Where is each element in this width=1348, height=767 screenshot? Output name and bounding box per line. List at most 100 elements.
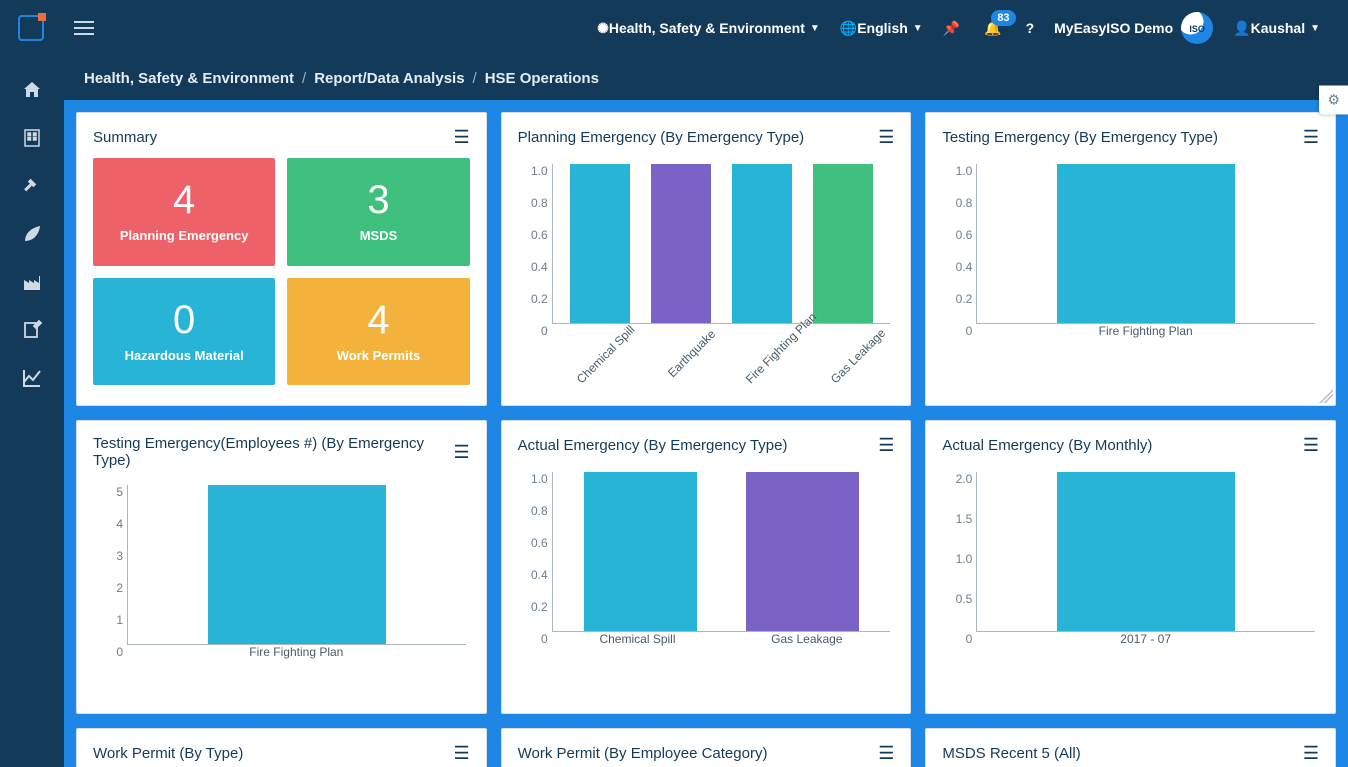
panel-menu-icon[interactable]: ☰ (1303, 127, 1319, 148)
panel-planning-emergency: Planning Emergency (By Emergency Type) ☰… (501, 112, 912, 406)
pin-icon: 📌 (943, 20, 960, 37)
user-name: Kaushal (1251, 20, 1305, 36)
summary-tile[interactable]: 4Work Permits (287, 278, 469, 386)
tile-value: 0 (173, 300, 195, 340)
panel-testing-emergency: Testing Emergency (By Emergency Type) ☰ … (925, 112, 1336, 406)
x-label: Earthquake (658, 327, 739, 408)
language-dropdown[interactable]: 🌐 English ▼ (840, 20, 923, 37)
y-tick: 0 (83, 645, 123, 659)
sidebar-home[interactable] (0, 66, 64, 114)
tile-value: 4 (367, 300, 389, 340)
y-tick: 0.4 (508, 568, 548, 582)
panel-menu-icon[interactable]: ☰ (878, 743, 894, 764)
panel-work-permit-empcat: Work Permit (By Employee Category) ☰ (501, 728, 912, 767)
panel-title: Summary (93, 129, 454, 146)
tile-label: Planning Emergency (120, 228, 249, 243)
panel-menu-icon[interactable]: ☰ (878, 435, 894, 456)
x-label: Chemical Spill (574, 327, 655, 408)
y-tick: 1.0 (508, 472, 548, 486)
bar (813, 164, 873, 323)
y-tick: 0 (932, 324, 972, 338)
panel-work-permit-type: Work Permit (By Type) ☰ (76, 728, 487, 767)
y-tick: 0.2 (508, 600, 548, 614)
sidebar-industry[interactable] (0, 258, 64, 306)
tile-value: 3 (367, 180, 389, 220)
y-tick: 1.0 (932, 552, 972, 566)
x-label: Chemical Spill (599, 632, 675, 676)
panel-menu-icon[interactable]: ☰ (1303, 435, 1319, 456)
x-label: Fire Fighting Plan (1099, 324, 1193, 368)
y-tick: 0.5 (932, 592, 972, 606)
panel-title: Actual Emergency (By Monthly) (942, 437, 1303, 454)
panel-title: Work Permit (By Employee Category) (518, 745, 879, 762)
y-tick: 0.4 (508, 260, 548, 274)
panel-title: MSDS Recent 5 (All) (942, 745, 1303, 762)
resize-handle[interactable] (1319, 389, 1333, 403)
y-tick: 0.2 (508, 292, 548, 306)
gear-icon: ⚙ (1327, 92, 1340, 108)
panel-title: Planning Emergency (By Emergency Type) (518, 129, 879, 146)
bar (208, 485, 386, 644)
caret-down-icon: ▼ (1310, 23, 1320, 34)
y-tick: 0.8 (508, 504, 548, 518)
globe-icon: 🌐 (840, 20, 857, 37)
module-dropdown[interactable]: ✺ Health, Safety & Environment ▼ (597, 20, 820, 37)
tile-value: 4 (173, 180, 195, 220)
panel-menu-icon[interactable]: ☰ (454, 743, 470, 764)
panel-menu-icon[interactable]: ☰ (878, 127, 894, 148)
user-icon: 👤 (1233, 20, 1250, 37)
pin-button[interactable]: 📌 (943, 20, 960, 37)
summary-tile[interactable]: 0Hazardous Material (93, 278, 275, 386)
breadcrumb-page: HSE Operations (485, 70, 599, 87)
app-logo[interactable] (18, 15, 44, 41)
caret-down-icon: ▼ (810, 23, 820, 34)
x-label: Gas Leakage (828, 327, 909, 408)
panel-menu-icon[interactable]: ☰ (454, 127, 470, 148)
y-tick: 0 (508, 632, 548, 646)
summary-tile[interactable]: 3 MSDS (287, 158, 469, 266)
y-tick: 1.5 (932, 512, 972, 526)
y-tick: 0.2 (932, 292, 972, 306)
y-tick: 3 (83, 549, 123, 563)
summary-tile[interactable]: 4 Planning Emergency (93, 158, 275, 266)
sidebar-building[interactable] (0, 114, 64, 162)
summary-tiles: 4 Planning Emergency 3 MSDS 0Hazardous Mater… (83, 158, 480, 395)
y-tick: 0.8 (508, 196, 548, 210)
notifications-button[interactable]: 🔔 83 (984, 20, 1001, 37)
notification-count: 83 (991, 10, 1015, 26)
panel-title: Testing Emergency(Employees #) (By Emerg… (93, 435, 454, 469)
sidebar (0, 56, 64, 767)
x-label: 2017 - 07 (1120, 632, 1171, 676)
y-tick: 0.4 (932, 260, 972, 274)
page-settings-button[interactable]: ⚙ (1319, 86, 1348, 115)
sidebar-leaf[interactable] (0, 210, 64, 258)
user-menu[interactable]: 👤 Kaushal ▼ (1233, 20, 1320, 37)
y-tick: 1.0 (932, 164, 972, 178)
y-tick: 2 (83, 581, 123, 595)
x-label: Gas Leakage (771, 632, 842, 676)
panel-msds-recent: MSDS Recent 5 (All) ☰ (925, 728, 1336, 767)
help-button[interactable]: ? (1026, 20, 1035, 36)
x-label: Fire Fighting Plan (249, 645, 343, 689)
bar (651, 164, 711, 323)
tile-label: MSDS (360, 228, 398, 243)
y-tick: 0 (508, 324, 548, 338)
panel-menu-icon[interactable]: ☰ (454, 442, 470, 463)
y-tick: 0.8 (932, 196, 972, 210)
sidebar-toggle[interactable] (74, 21, 94, 35)
demo-label[interactable]: MyEasyISO Demo (1054, 12, 1213, 44)
bar (746, 472, 859, 631)
breadcrumb-section[interactable]: Report/Data Analysis (314, 70, 464, 87)
sidebar-gavel[interactable] (0, 162, 64, 210)
sidebar-chart[interactable] (0, 354, 64, 402)
panel-actual-monthly: Actual Emergency (By Monthly) ☰ 00.51.01… (925, 420, 1336, 714)
sidebar-edit[interactable] (0, 306, 64, 354)
panel-title: Testing Emergency (By Emergency Type) (942, 129, 1303, 146)
panel-title: Work Permit (By Type) (93, 745, 454, 762)
panel-actual-emergency: Actual Emergency (By Emergency Type) ☰ 0… (501, 420, 912, 714)
panel-menu-icon[interactable]: ☰ (1303, 743, 1319, 764)
bar (1057, 472, 1235, 631)
bar (732, 164, 792, 323)
y-tick: 4 (83, 517, 123, 531)
breadcrumb-module[interactable]: Health, Safety & Environment (84, 70, 294, 87)
